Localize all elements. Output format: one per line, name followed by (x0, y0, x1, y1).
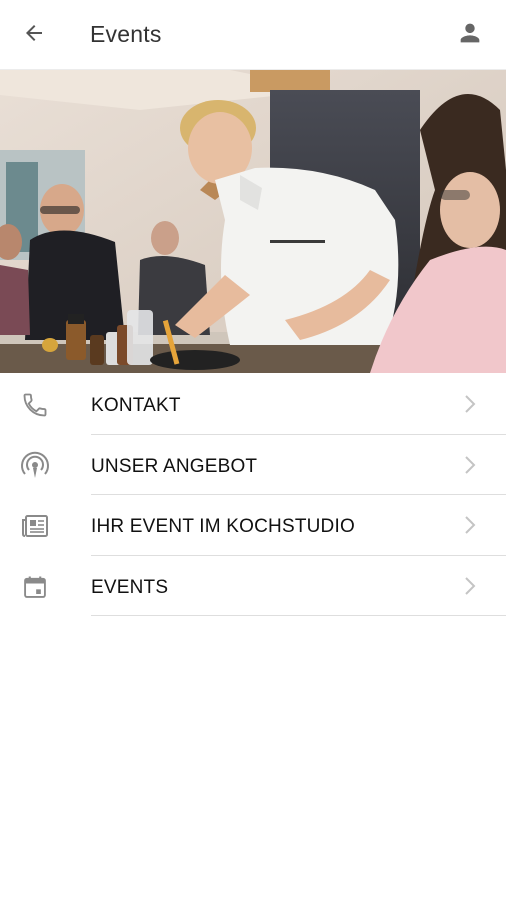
chevron-right-icon (460, 392, 480, 416)
phone-icon (20, 390, 50, 420)
menu-item-unser-angebot[interactable]: UNSER ANGEBOT (0, 435, 506, 495)
back-button[interactable] (14, 15, 54, 55)
newspaper-icon (20, 511, 50, 541)
account-icon (456, 19, 484, 52)
menu-item-ihr-event-im-kochstudio[interactable]: IHR EVENT IM KOCHSTUDIO (0, 495, 506, 556)
menu-item-label: KONTAKT (91, 395, 181, 416)
menu-item-label: UNSER ANGEBOT (91, 455, 258, 477)
app-bar: Events (0, 0, 506, 70)
chevron-right-icon (460, 453, 480, 477)
menu-item-label: EVENTS (91, 576, 169, 598)
page-title: Events (90, 21, 162, 47)
arrow-back-icon (22, 21, 46, 50)
chevron-right-icon (460, 513, 480, 537)
menu-item-kontakt[interactable]: KONTAKT (0, 374, 506, 435)
hero-image (0, 70, 506, 373)
menu-item-label: IHR EVENT IM KOCHSTUDIO (91, 516, 355, 537)
account-button[interactable] (450, 15, 490, 55)
menu-list: KONTAKT UNSER ANGEBOT IHR EVENT IM KOCHS… (0, 374, 506, 616)
menu-item-events[interactable]: EVENTS (0, 556, 506, 616)
divider (91, 615, 506, 616)
chevron-right-icon (460, 574, 480, 598)
calendar-icon (20, 572, 50, 602)
podcast-icon (20, 451, 50, 481)
